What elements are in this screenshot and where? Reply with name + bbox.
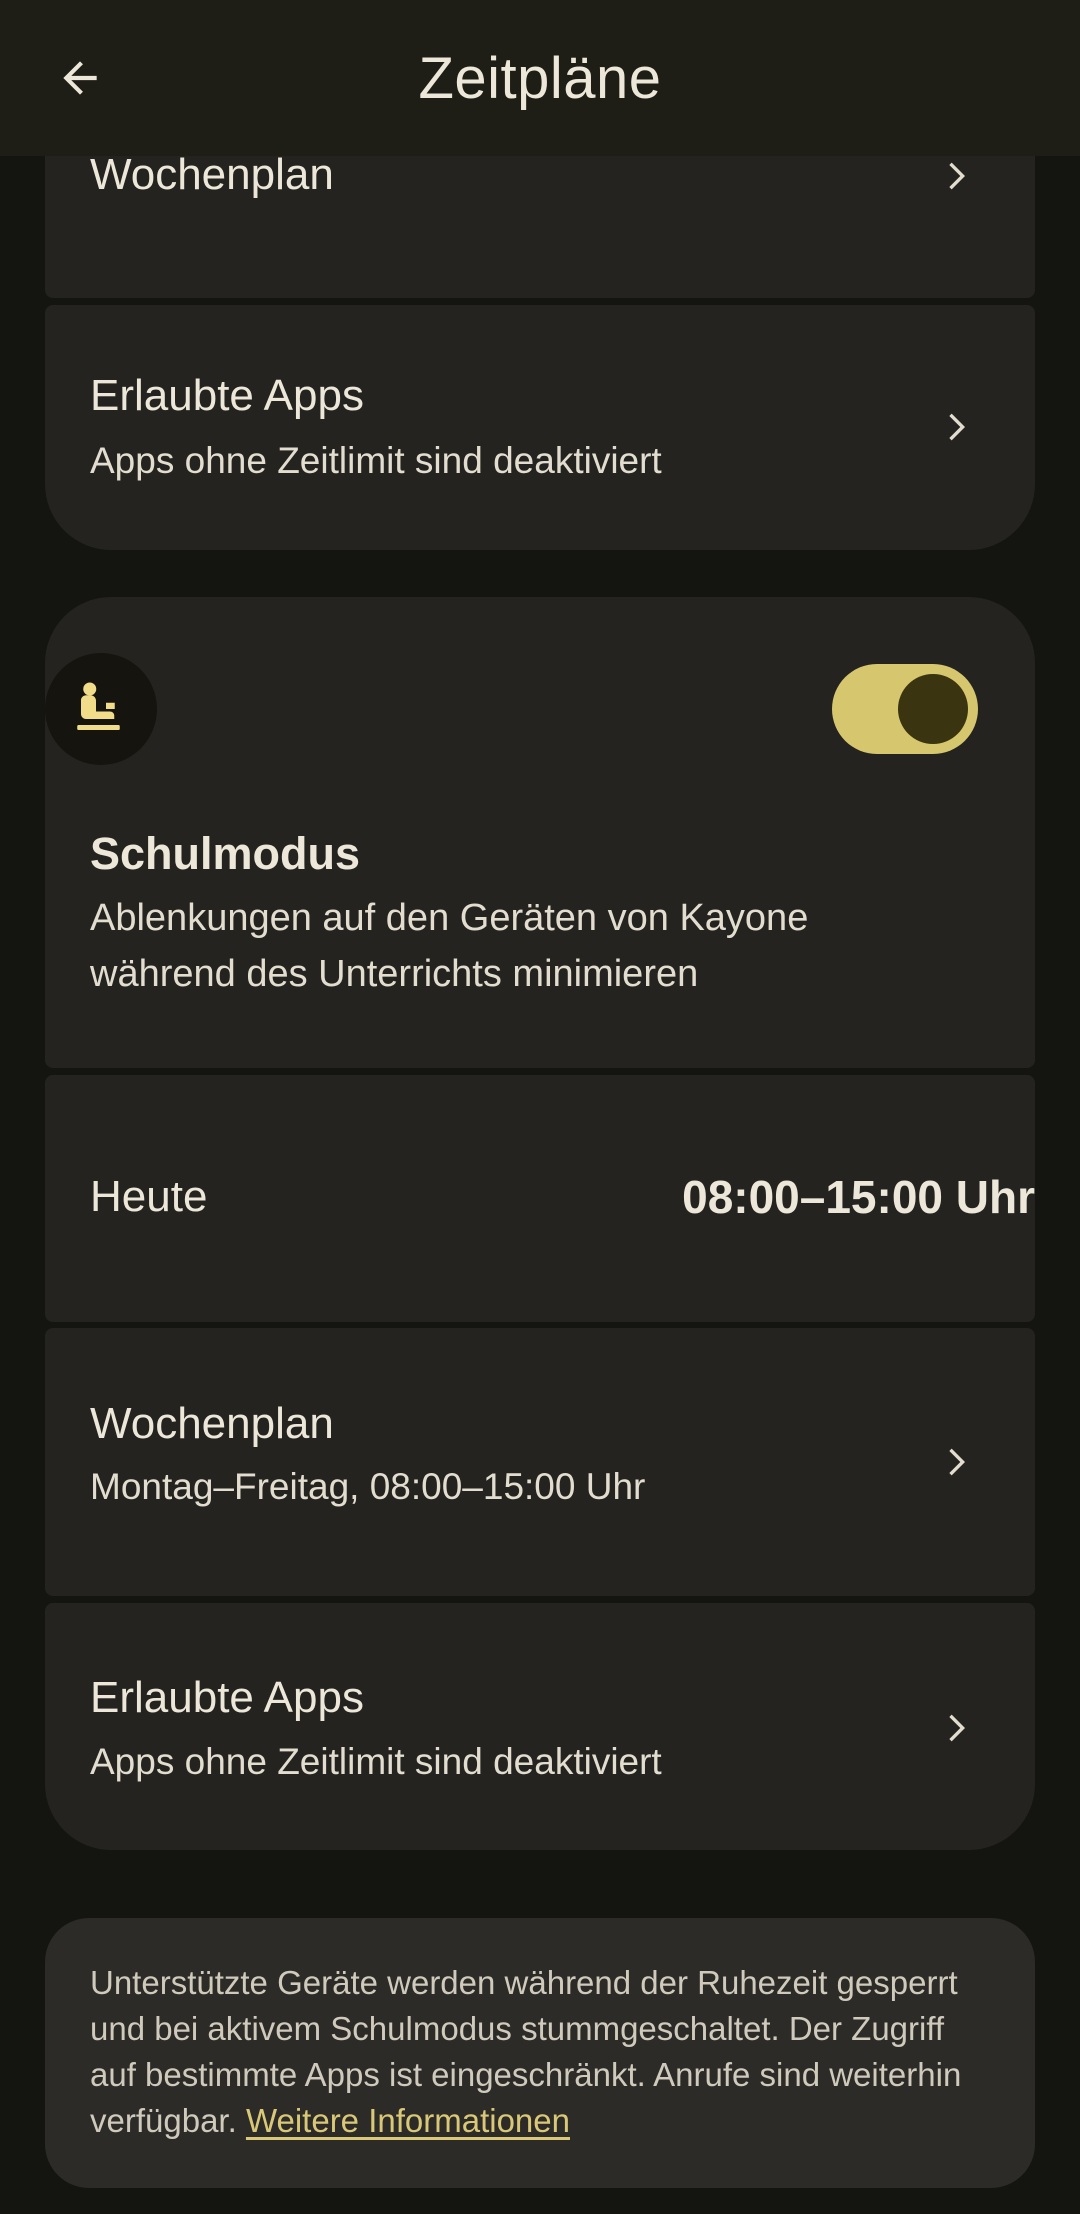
weekly-plan-title: Wochenplan [90, 150, 334, 199]
page-title: Zeitpläne [418, 45, 662, 111]
school-mode-description-line2: während des Unterrichts minimieren [90, 953, 699, 995]
info-card: Unterstützte Geräte werden während der R… [45, 1918, 1035, 2188]
learn-more-link[interactable]: Weitere Informationen [246, 2102, 570, 2139]
school-allowed-apps-title: Erlaubte Apps [90, 1673, 364, 1722]
today-time-value: 08:00–15:00 Uhr [682, 1171, 1035, 1223]
school-mode-description-line1: Ablenkungen auf den Geräten von Kayone [90, 897, 809, 939]
screen: Zeitpläne Wochenplan Erlaubte Apps Apps … [0, 0, 1080, 2214]
school-mode-title: Schulmodus [90, 828, 361, 879]
allowed-apps-title: Erlaubte Apps [90, 371, 364, 420]
back-button[interactable] [40, 38, 120, 118]
school-weekly-plan-row[interactable]: Wochenplan Montag–Freitag, 08:00–15:00 U… [45, 1328, 1035, 1596]
info-text: Unterstützte Geräte werden während der R… [90, 1960, 990, 2144]
allowed-apps-subtitle: Apps ohne Zeitlimit sind deaktiviert [90, 440, 662, 481]
school-allowed-apps-subtitle: Apps ohne Zeitlimit sind deaktiviert [90, 1741, 662, 1782]
school-weekly-plan-title: Wochenplan [90, 1399, 334, 1448]
chevron-right-icon [935, 1442, 975, 1482]
chevron-right-icon [935, 407, 975, 447]
top-app-bar: Zeitpläne [0, 0, 1080, 156]
today-label: Heute [90, 1172, 208, 1221]
arrow-left-icon [63, 61, 97, 95]
school-weekly-plan-subtitle: Montag–Freitag, 08:00–15:00 Uhr [90, 1466, 646, 1507]
student-at-desk-icon [77, 682, 120, 730]
toggle-knob [898, 674, 968, 744]
chevron-right-icon [935, 1708, 975, 1748]
today-row: Heute 08:00–15:00 Uhr [45, 1075, 1035, 1322]
school-mode-icon-container [45, 653, 157, 765]
school-allowed-apps-row[interactable]: Erlaubte Apps Apps ohne Zeitlimit sind d… [45, 1603, 1035, 1850]
allowed-apps-row[interactable]: Erlaubte Apps Apps ohne Zeitlimit sind d… [45, 305, 1035, 550]
chevron-right-icon [935, 156, 975, 196]
school-mode-toggle[interactable] [832, 664, 978, 754]
